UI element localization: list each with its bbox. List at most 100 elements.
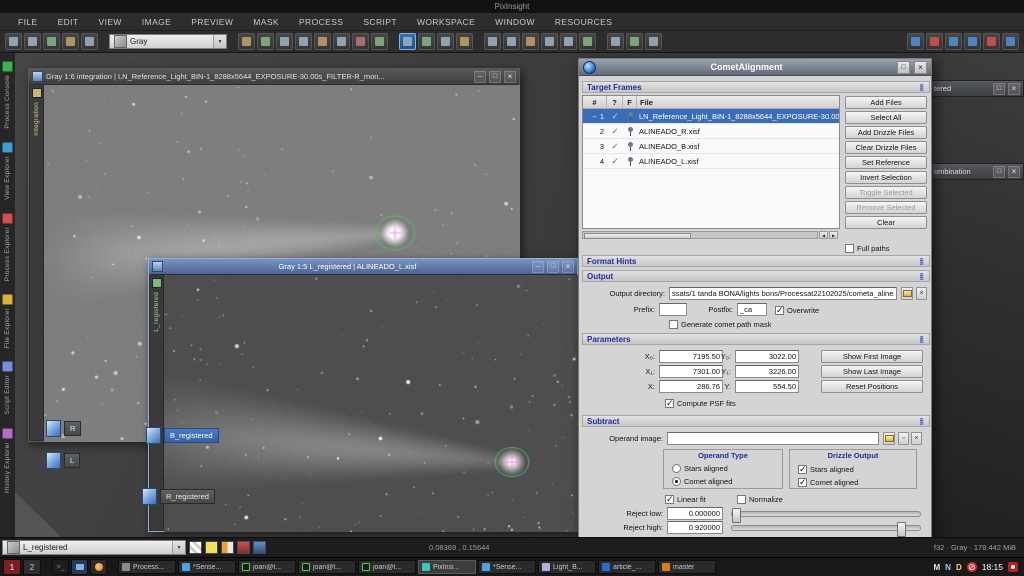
overwrite-checkbox[interactable]: Overwrite bbox=[775, 304, 819, 316]
browse-folder-icon[interactable] bbox=[901, 287, 913, 300]
channel-selector-arrow[interactable] bbox=[213, 35, 226, 48]
active-view-select[interactable]: L_registered bbox=[2, 540, 186, 555]
palette-checker-icon[interactable] bbox=[189, 541, 202, 554]
toolbar-workspace-icon[interactable] bbox=[983, 33, 1000, 50]
scroll-left-icon[interactable] bbox=[819, 231, 828, 239]
maximize-icon[interactable] bbox=[897, 61, 910, 74]
channel-selector[interactable]: Gray bbox=[109, 34, 227, 49]
toolbar-icon[interactable] bbox=[541, 33, 558, 50]
reject-low-slider[interactable] bbox=[731, 511, 921, 517]
add-drizzle-files-button[interactable]: Add Drizzle Files bbox=[845, 126, 927, 139]
remove-selected-button[interactable]: Remove Selected bbox=[845, 201, 927, 214]
y-input[interactable] bbox=[735, 380, 799, 393]
window-titlebar[interactable]: Gray 1:5 L_registered | ALINEADO_L.xisf bbox=[149, 259, 577, 274]
taskbar-item[interactable]: joan@t... bbox=[238, 560, 296, 574]
full-paths-checkbox[interactable]: Full paths bbox=[845, 242, 890, 254]
workspace-1-button[interactable]: 1 bbox=[3, 559, 21, 575]
y0-input[interactable] bbox=[735, 350, 799, 363]
toolbar-icon[interactable] bbox=[276, 33, 293, 50]
invert-selection-button[interactable]: Invert Selection bbox=[845, 171, 927, 184]
taskbar-item-active[interactable]: PixInsi... bbox=[418, 560, 476, 574]
dock-tab-process-explorer[interactable]: Process Explorer bbox=[2, 213, 13, 281]
table-row[interactable]: 4 ALINEADO_L.xisf bbox=[583, 154, 839, 169]
toolbar-workspace-icon[interactable] bbox=[964, 33, 981, 50]
taskbar-item[interactable]: article_... bbox=[598, 560, 656, 574]
tray-icon[interactable]: N bbox=[945, 563, 951, 572]
menu-window[interactable]: WINDOW bbox=[485, 17, 545, 27]
toolbar-icon[interactable] bbox=[522, 33, 539, 50]
section-target-frames[interactable]: Target Frames bbox=[582, 81, 930, 93]
taskbar-item[interactable]: master bbox=[658, 560, 716, 574]
toolbar-icon[interactable] bbox=[314, 33, 331, 50]
linear-fit-checkbox[interactable]: Linear fit bbox=[665, 493, 706, 505]
toolbar-icon[interactable] bbox=[484, 33, 501, 50]
do-not-disturb-icon[interactable] bbox=[967, 562, 977, 572]
collapse-icon[interactable] bbox=[918, 336, 926, 343]
set-reference-button[interactable]: Set Reference bbox=[845, 156, 927, 169]
menu-process[interactable]: PROCESS bbox=[289, 17, 353, 27]
show-last-image-button[interactable]: Show Last Image bbox=[821, 365, 923, 378]
section-parameters[interactable]: Parameters bbox=[582, 333, 930, 345]
toolbar-icon[interactable] bbox=[371, 33, 388, 50]
table-row[interactable]: 2 ALINEADO_R.xisf bbox=[583, 124, 839, 139]
toolbar-icon[interactable] bbox=[503, 33, 520, 50]
close-icon[interactable] bbox=[914, 61, 927, 74]
toolbar-icon[interactable] bbox=[418, 33, 435, 50]
taskbar-item[interactable]: joan@t... bbox=[358, 560, 416, 574]
show-first-image-button[interactable]: Show First Image bbox=[821, 350, 923, 363]
stars-aligned-radio[interactable]: Stars aligned bbox=[672, 463, 728, 474]
window-side-tab[interactable]: integration bbox=[30, 85, 44, 440]
operand-image-input[interactable] bbox=[667, 432, 879, 445]
toolbar-icon[interactable] bbox=[456, 33, 473, 50]
comet-path-mask-checkbox[interactable]: Generate comet path mask bbox=[669, 318, 771, 330]
toolbar-icon[interactable] bbox=[238, 33, 255, 50]
table-hscrollbar[interactable] bbox=[582, 231, 818, 239]
toolbar-icon[interactable] bbox=[560, 33, 577, 50]
collapse-icon[interactable] bbox=[918, 84, 926, 91]
reject-low-input[interactable] bbox=[667, 507, 723, 520]
collapse-icon[interactable] bbox=[918, 273, 926, 280]
taskbar-item[interactable]: Light_B... bbox=[538, 560, 596, 574]
reset-positions-button[interactable]: Reset Positions bbox=[821, 380, 923, 393]
enabled-check-icon[interactable] bbox=[611, 142, 618, 151]
comet-alignment-dialog[interactable]: CometAlignment Target Frames # ? F File … bbox=[578, 58, 932, 570]
dropdown-arrow-icon[interactable] bbox=[172, 541, 185, 554]
dock-tab-view-explorer[interactable]: View Explorer bbox=[2, 142, 13, 200]
toolbar-icon[interactable] bbox=[5, 33, 22, 50]
toolbar-icon[interactable] bbox=[579, 33, 596, 50]
close-icon[interactable] bbox=[1008, 166, 1020, 178]
menu-mask[interactable]: MASK bbox=[243, 17, 289, 27]
drizzle-stars-aligned-checkbox[interactable]: Stars aligned bbox=[798, 463, 854, 475]
tray-status-icon[interactable] bbox=[1008, 562, 1018, 572]
enabled-check-icon[interactable] bbox=[611, 127, 618, 136]
toolbar-icon-active-tool[interactable] bbox=[399, 33, 416, 50]
zoom-icon[interactable] bbox=[489, 71, 501, 83]
toolbar-workspace-icon[interactable] bbox=[1002, 33, 1019, 50]
dock-tab-file-explorer[interactable]: File Explorer bbox=[2, 294, 13, 348]
menu-script[interactable]: SCRIPT bbox=[353, 17, 407, 27]
terminal-launcher-icon[interactable] bbox=[52, 559, 69, 575]
iconized-view-r[interactable]: R bbox=[46, 420, 81, 437]
reject-high-slider[interactable] bbox=[731, 525, 921, 531]
toolbar-icon[interactable] bbox=[607, 33, 624, 50]
output-directory-input[interactable] bbox=[669, 287, 897, 300]
file-manager-launcher-icon[interactable] bbox=[71, 559, 88, 575]
palette-red-icon[interactable] bbox=[237, 541, 250, 554]
toolbar-icon[interactable] bbox=[626, 33, 643, 50]
pin-icon[interactable] bbox=[627, 142, 634, 151]
toolbar-icon[interactable] bbox=[352, 33, 369, 50]
close-icon[interactable] bbox=[504, 71, 516, 83]
collapse-icon[interactable] bbox=[918, 258, 926, 265]
section-output[interactable]: Output bbox=[582, 270, 930, 282]
menu-image[interactable]: IMAGE bbox=[132, 17, 181, 27]
add-files-button[interactable]: Add Files bbox=[845, 96, 927, 109]
table-row[interactable]: 3 ALINEADO_B.xisf bbox=[583, 139, 839, 154]
compute-psf-fits-checkbox[interactable]: Compute PSF fits bbox=[665, 397, 736, 409]
partial-window-combination[interactable]: ombination bbox=[930, 163, 1024, 180]
tray-icon[interactable]: M bbox=[933, 563, 940, 572]
reject-high-input[interactable] bbox=[667, 521, 723, 534]
menu-file[interactable]: FILE bbox=[8, 17, 48, 27]
section-format-hints[interactable]: Format Hints bbox=[582, 255, 930, 267]
clear-button[interactable]: Clear bbox=[845, 216, 927, 229]
y1-input[interactable] bbox=[735, 365, 799, 378]
